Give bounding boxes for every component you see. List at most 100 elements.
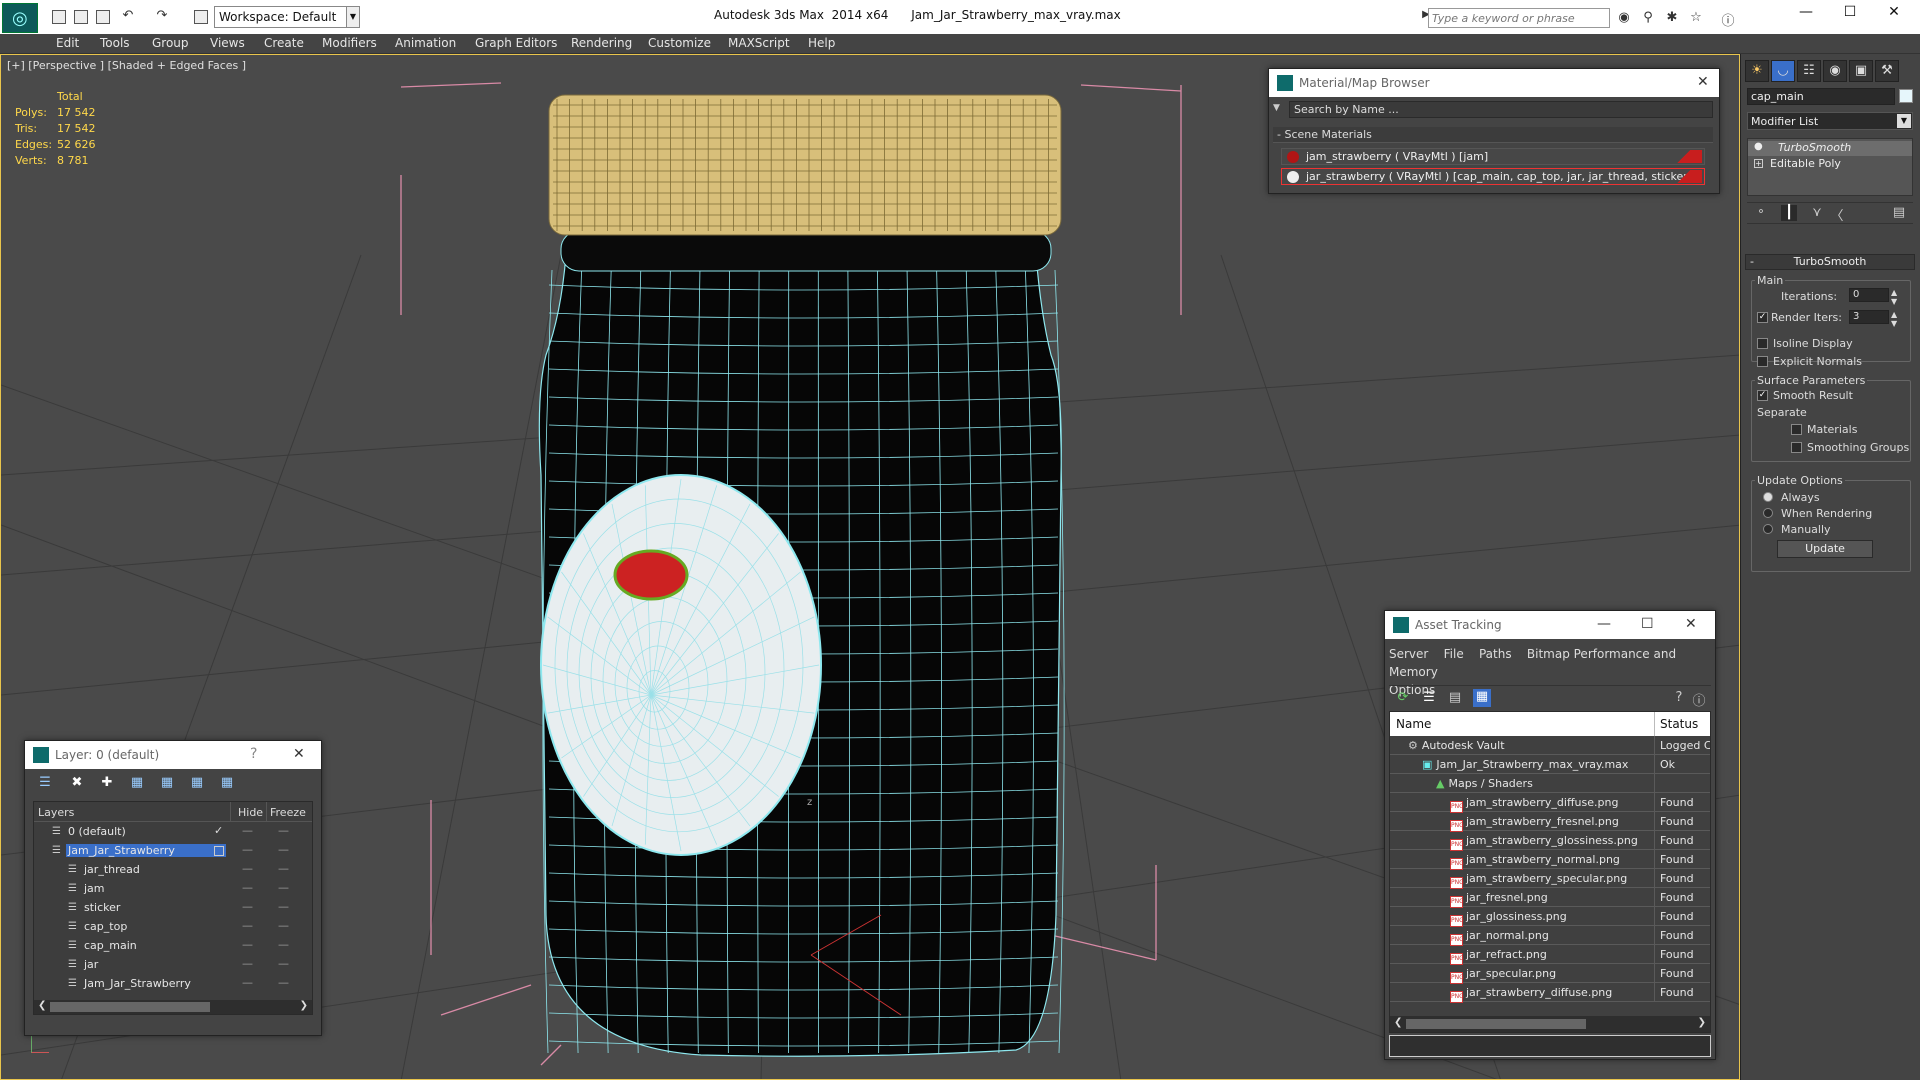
motion-tab-icon[interactable]: ◉ [1823,60,1847,82]
column-hide[interactable]: Hide [238,806,263,819]
save-file-icon[interactable] [96,10,110,24]
hide-all-icon[interactable]: ▦ [189,775,205,791]
hide-toggle[interactable]: — [242,843,253,856]
context-help-icon[interactable]: ⓘ [1691,690,1707,709]
create-layer-icon[interactable]: ☰ [37,775,53,791]
materials-checkbox[interactable] [1791,424,1802,435]
maximize-button[interactable]: ☐ [1830,4,1870,26]
menu-modifiers[interactable]: Modifiers [322,36,377,50]
minimize-icon[interactable]: — [1597,616,1611,632]
set-current-icon[interactable] [214,846,224,856]
open-file-icon[interactable] [74,10,88,24]
turbosmooth-rollout-header[interactable]: - TurboSmooth [1745,254,1915,270]
asset-menu-server[interactable]: Server [1389,647,1428,661]
freeze-toggle[interactable]: — [278,900,289,913]
layer-row[interactable]: ☰ cap_top — — [34,918,312,937]
column-freeze[interactable]: Freeze [270,806,306,819]
create-tab-icon[interactable]: ☀ [1745,60,1769,82]
refresh-icon[interactable]: ⟳ [1395,690,1411,706]
help-icon[interactable]: ⓘ [1720,10,1736,29]
scroll-right-icon[interactable]: ❯ [1698,1017,1706,1028]
when-rendering-radio[interactable] [1763,508,1773,518]
select-in-layer-icon[interactable]: ▦ [129,775,145,791]
asset-row[interactable]: PNG jar_glossiness.png Found [1390,907,1710,927]
asset-row[interactable]: PNG jam_strawberry_glossiness.png Found [1390,831,1710,851]
freeze-all-icon[interactable]: ▦ [219,775,235,791]
menu-group[interactable]: Group [152,36,189,50]
new-file-icon[interactable] [52,10,66,24]
scroll-thumb[interactable] [1406,1019,1586,1029]
chevron-down-icon[interactable]: ▼ [1897,114,1911,128]
add-to-layer-icon[interactable]: ✚ [99,775,115,791]
asset-menu-file[interactable]: File [1444,647,1464,661]
pin-stack-icon[interactable]: ⚬ [1753,205,1769,221]
freeze-toggle[interactable]: — [278,938,289,951]
column-name[interactable]: Name [1396,717,1431,731]
menu-edit[interactable]: Edit [56,36,79,50]
freeze-toggle[interactable]: — [278,824,289,837]
hierarchy-tab-icon[interactable]: ☷ [1797,60,1821,82]
hide-toggle[interactable]: — [242,900,253,913]
layer-panel-titlebar[interactable]: Layer: 0 (default) ? ✕ [25,741,321,769]
column-status[interactable]: Status [1660,717,1698,731]
freeze-toggle[interactable]: — [278,976,289,989]
scroll-left-icon[interactable]: ❮ [1394,1017,1402,1028]
favorites-star-icon[interactable]: ☆ [1688,10,1704,26]
expand-icon[interactable]: + [1754,159,1763,168]
asset-row[interactable]: PNG jar_normal.png Found [1390,926,1710,946]
asset-menu-paths[interactable]: Paths [1479,647,1512,661]
scroll-thumb[interactable] [50,1002,210,1012]
spinner-arrows-icon[interactable]: ▲ ▼ [1891,288,1897,306]
project-folder-icon[interactable] [194,10,208,24]
scroll-right-icon[interactable]: ❯ [300,1000,308,1011]
freeze-toggle[interactable]: — [278,843,289,856]
delete-layer-icon[interactable]: ✖ [69,775,85,791]
stack-item-editable-poly[interactable]: + Editable Poly [1748,157,1912,172]
layer-horizontal-scrollbar[interactable]: ❮ ❯ [34,1000,312,1014]
object-color-swatch[interactable] [1899,89,1913,103]
asset-row[interactable]: ⚙ Autodesk Vault Logged C [1390,736,1710,755]
stack-item-turbosmooth[interactable]: ● TurboSmooth [1748,141,1912,156]
utilities-tab-icon[interactable]: ⚒ [1875,60,1899,82]
menu-views[interactable]: Views [210,36,245,50]
always-radio[interactable] [1763,492,1773,502]
show-end-result-icon[interactable]: ┃ [1781,205,1797,221]
asset-row[interactable]: PNG jam_strawberry_diffuse.png Found [1390,793,1710,813]
help-icon[interactable]: ? [250,746,257,762]
layer-row[interactable]: ☰ Jam_Jar_Strawberry — — [34,842,312,861]
display-tab-icon[interactable]: ▣ [1849,60,1873,82]
keyword-search-input[interactable]: Type a keyword or phrase [1428,8,1610,28]
close-icon[interactable]: ✕ [293,746,305,762]
freeze-toggle[interactable]: — [278,957,289,970]
asset-tracking-titlebar[interactable]: Asset Tracking — ☐ ✕ [1385,611,1715,639]
render-iters-checkbox[interactable]: ✓ [1757,312,1768,323]
key-icon[interactable]: ⚲ [1640,10,1656,26]
help-icon[interactable]: ? [1671,690,1687,706]
hide-toggle[interactable]: — [242,957,253,970]
menu-maxscript[interactable]: MAXScript [728,36,790,50]
hide-toggle[interactable]: — [242,919,253,932]
material-item-jar[interactable]: jar_strawberry ( VRayMtl ) [cap_main, ca… [1281,168,1705,185]
asset-row[interactable]: PNG jam_strawberry_fresnel.png Found [1390,812,1710,832]
close-icon[interactable]: ✕ [1685,616,1697,632]
asset-row[interactable]: PNG jar_strawberry_diffuse.png Found [1390,983,1710,1003]
menu-animation[interactable]: Animation [395,36,456,50]
freeze-toggle[interactable]: — [278,919,289,932]
app-logo-button[interactable]: ◎ [2,3,38,33]
asset-row[interactable]: ▣ Jam_Jar_Strawberry_max_vray.max Ok [1390,755,1710,774]
menu-graph-editors[interactable]: Graph Editors [475,36,557,50]
modify-tab-icon[interactable]: ◡ [1771,60,1795,82]
hide-toggle[interactable]: — [242,881,253,894]
layer-row[interactable]: ☰ jar — — [34,956,312,975]
close-icon[interactable]: ✕ [1697,74,1709,90]
layer-row[interactable]: ☰ 0 (default) — — ✓ [34,823,312,842]
render-iters-spinner[interactable]: 3 [1849,310,1889,324]
configure-sets-icon[interactable]: ▤ [1891,205,1907,221]
table-view-icon[interactable]: ▦ [1473,689,1491,707]
scene-materials-section[interactable]: - Scene Materials [1273,127,1713,143]
binoculars-icon[interactable]: ◉ [1616,10,1632,26]
material-search-input[interactable]: Search by Name ... [1289,101,1713,118]
redo-icon[interactable]: ↷ [154,8,170,24]
iterations-spinner[interactable]: 0 [1849,288,1889,302]
object-name-input[interactable]: cap_main [1747,88,1895,105]
